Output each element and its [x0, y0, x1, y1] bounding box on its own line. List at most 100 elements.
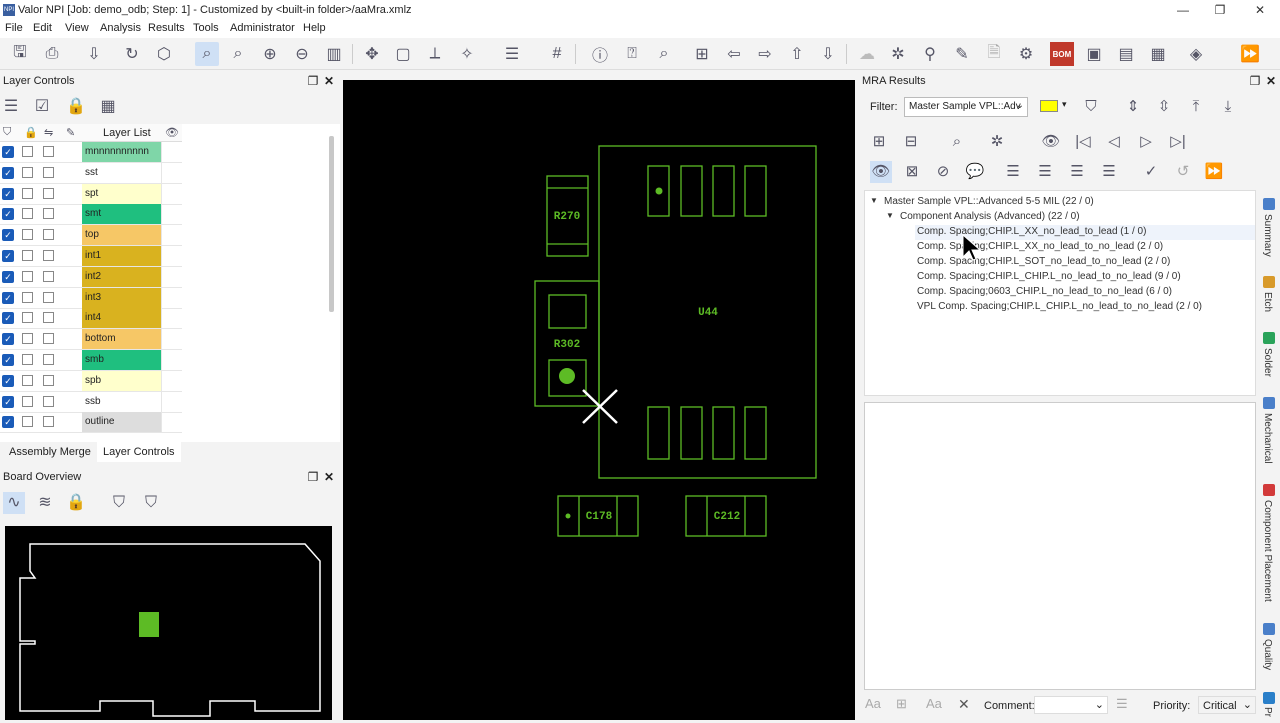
layer-affect-checkbox[interactable]	[43, 187, 54, 199]
arrow-left-icon[interactable]: ⇦	[722, 42, 746, 66]
collapse-arrow-icon[interactable]: ▼	[886, 211, 894, 220]
tree-collapse-icon[interactable]: ⊟	[900, 131, 922, 153]
reject-icon[interactable]: ⊠	[901, 161, 923, 183]
layer-eye-cell[interactable]	[161, 329, 182, 350]
zoom-fit-icon[interactable]: ⌕	[226, 42, 250, 66]
tree-group[interactable]: Component Analysis (Advanced) (22 / 0)	[900, 211, 1080, 222]
list-sort-icon[interactable]: ☰	[1066, 161, 1088, 183]
layer-affect-checkbox[interactable]	[43, 291, 54, 303]
layer-lock-checkbox[interactable]	[22, 250, 33, 261]
layers-icon[interactable]: ◈	[1184, 42, 1208, 66]
lock-icon[interactable]: 🔒	[24, 126, 38, 139]
layer-affect-checkbox[interactable]	[43, 395, 54, 407]
highlight-icon[interactable]: ✲	[986, 131, 1008, 153]
layer-row[interactable]: ✓ mnnnnnnnnnn	[0, 142, 182, 163]
layer-lock-checkbox[interactable]	[22, 374, 33, 386]
layer-name[interactable]: spt	[82, 183, 161, 204]
layer-affect-checkbox[interactable]	[43, 354, 54, 365]
layer-name[interactable]: mnnnnnnnnnn	[82, 142, 161, 162]
layer-visible-checkbox[interactable]: ✓	[2, 229, 14, 242]
layer-row[interactable]: ✓ sst	[0, 162, 182, 184]
layer-visible-checkbox[interactable]: ✓	[2, 333, 14, 346]
layer-affect-checkbox[interactable]	[43, 312, 54, 324]
eye-icon[interactable]: 👁	[165, 126, 179, 139]
layer-row[interactable]: ✓ int3	[0, 287, 182, 309]
import-icon[interactable]: ⇩	[82, 42, 106, 66]
board-canvas[interactable]: R270 R302 U44 C178 C212	[343, 80, 855, 720]
undock-icon[interactable]: ❐	[306, 470, 320, 484]
approve-icon[interactable]: ✓	[1140, 161, 1162, 183]
layer-name[interactable]: bottom	[82, 329, 161, 350]
layer-row[interactable]: ✓ ssb	[0, 391, 182, 413]
document-icon[interactable]: 🗎	[982, 42, 1006, 66]
tree-item[interactable]: Comp. Spacing;CHIP.L_XX_no_lead_to_no_le…	[917, 241, 1163, 252]
layer-eye-cell[interactable]	[161, 412, 182, 433]
layer-row[interactable]: ✓ smt	[0, 204, 182, 226]
layer-affect-checkbox[interactable]	[43, 250, 54, 261]
layer-eye-cell[interactable]	[161, 350, 182, 370]
tree-item[interactable]: Comp. Spacing;0603_CHIP.L_no_lead_to_no_…	[917, 286, 1172, 297]
layer-row[interactable]: ✓ int4	[0, 308, 182, 330]
menu-help[interactable]: Help	[303, 22, 326, 34]
layer-eye-cell[interactable]	[161, 391, 182, 412]
layer-name[interactable]: int1	[82, 246, 161, 266]
menu-file[interactable]: File	[5, 22, 23, 34]
show-icon[interactable]: 👁	[870, 161, 892, 183]
layer-eye-cell[interactable]	[161, 370, 182, 391]
layer-eye-cell[interactable]	[161, 204, 182, 225]
layer-affect-checkbox[interactable]	[43, 208, 54, 220]
wave-icon[interactable]: ∿	[3, 492, 25, 514]
lock-icon[interactable]: 🔒	[65, 96, 87, 118]
tab-pr[interactable]: Pr	[1262, 707, 1273, 717]
first-icon[interactable]: |◁	[1072, 131, 1094, 153]
tree-item[interactable]: Comp. Spacing;CHIP.L_XX_no_lead_to_lead …	[917, 226, 1146, 237]
layer-visible-checkbox[interactable]: ✓	[2, 416, 14, 429]
cube-icon[interactable]: ⬡	[152, 42, 176, 66]
comment-icon[interactable]: 💬	[964, 161, 986, 183]
tree-item[interactable]: Comp. Spacing;CHIP.L_CHIP.L_no_lead_to_n…	[917, 271, 1181, 282]
last-icon[interactable]: ▷|	[1167, 131, 1189, 153]
layer-name[interactable]: int2	[82, 266, 161, 287]
tab-component-placement[interactable]: Component Placement	[1262, 500, 1273, 602]
close-icon[interactable]: ✕	[1264, 74, 1278, 88]
board-overview-canvas[interactable]	[5, 526, 332, 720]
zoom-in-icon[interactable]: ⊕	[258, 42, 282, 66]
tab-etch[interactable]: Etch	[1262, 292, 1273, 312]
minimize-icon[interactable]: —	[1168, 2, 1198, 18]
search-icon[interactable]: ⌕	[652, 42, 676, 66]
pan-icon[interactable]: ✥	[360, 42, 384, 66]
layer-list-scrollbar[interactable]	[329, 136, 334, 312]
text-edit-icon[interactable]: Aa	[926, 696, 942, 711]
list-edit-icon[interactable]: ☰	[1034, 161, 1056, 183]
comment-dropdown[interactable]: ⌄	[1034, 696, 1108, 714]
pencil-icon[interactable]: ✎	[66, 126, 75, 139]
layer-lock-checkbox[interactable]	[22, 166, 33, 178]
cloud-icon[interactable]: ☁	[855, 42, 879, 66]
print-icon[interactable]: ⎙	[40, 42, 64, 66]
chip-icon[interactable]: ▤	[1114, 42, 1138, 66]
layer-affect-checkbox[interactable]	[43, 374, 54, 386]
tab-assembly-merge[interactable]: Assembly Merge	[3, 442, 97, 462]
layer-lock-checkbox[interactable]	[22, 416, 33, 428]
layer-visible-checkbox[interactable]: ✓	[2, 354, 14, 366]
pencil-icon[interactable]: ✎	[950, 42, 974, 66]
undo-icon[interactable]: ↺	[1172, 161, 1194, 183]
tree-item[interactable]: Comp. Spacing;CHIP.L_SOT_no_lead_to_no_l…	[917, 256, 1170, 267]
measure-icon[interactable]: ⟂	[423, 42, 447, 66]
expand-all-icon[interactable]: ⇕	[1122, 96, 1144, 118]
viewport-marker[interactable]	[139, 612, 159, 637]
layer-name[interactable]: int3	[82, 287, 161, 308]
layer-visible-checkbox[interactable]: ✓	[2, 312, 14, 325]
layer-lock-checkbox[interactable]	[22, 291, 33, 303]
view-icon[interactable]: 👁	[1040, 131, 1062, 153]
arrow-down-icon[interactable]: ⇩	[816, 42, 840, 66]
layer-eye-cell[interactable]	[161, 142, 182, 162]
layer-visible-checkbox[interactable]: ✓	[2, 187, 14, 200]
layer-lock-checkbox[interactable]	[22, 187, 33, 199]
waive-icon[interactable]: ⊘	[932, 161, 954, 183]
analysis-icon[interactable]: ✲	[886, 42, 910, 66]
arrow-up-icon[interactable]: ⇧	[785, 42, 809, 66]
collapse-arrow-icon[interactable]: ▼	[870, 196, 878, 205]
priority-dropdown[interactable]: Critical ⌄	[1198, 696, 1256, 714]
note-icon[interactable]: ☰	[1116, 696, 1128, 712]
